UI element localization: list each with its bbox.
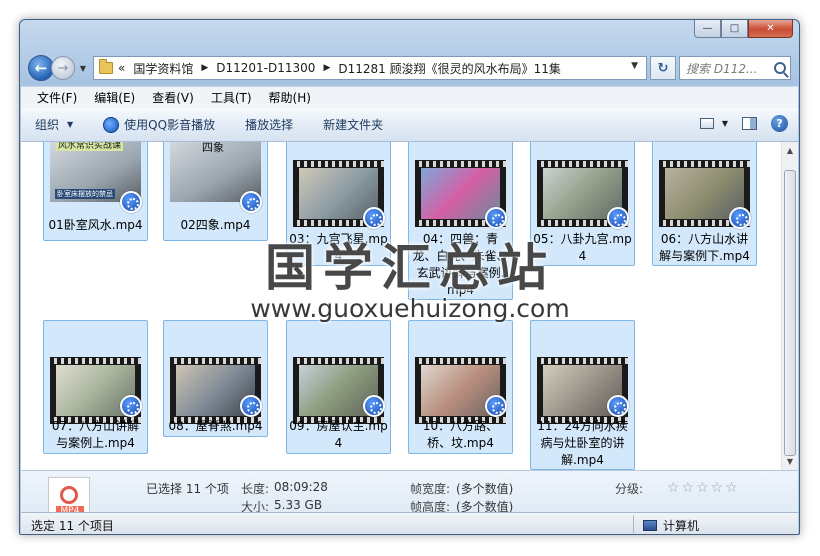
menu-bar: 文件(F) 编辑(E) 查看(V) 工具(T) 帮助(H)	[21, 86, 798, 108]
help-icon[interactable]: ?	[771, 115, 788, 132]
status-location: 计算机	[643, 517, 699, 534]
qq-video-badge-icon	[363, 207, 385, 229]
file-name: 11：24方向水疾病与灶卧室的讲解.mp4	[537, 419, 628, 467]
chevron-down-icon: ▼	[67, 120, 74, 129]
rating-stars[interactable]: ☆☆☆☆☆	[667, 480, 740, 496]
selection-count: 已选择 11 个项	[146, 482, 229, 496]
breadcrumb-overflow[interactable]: «	[118, 61, 125, 75]
qq-video-badge-icon	[120, 395, 142, 417]
explorer-window: — □ ✕ ← → ▼ « 国学资料馆 ▶ D11201-D11300 ▶ D1…	[19, 19, 800, 535]
file-name: 05：八卦九宫.mp4	[533, 232, 632, 263]
file-tile[interactable]: 10：八方路、桥、坟.mp4	[408, 320, 513, 454]
frame-width-value: (多个数值)	[456, 482, 514, 496]
organize-button[interactable]: 组织 ▼	[35, 116, 73, 133]
scrollbar-thumb[interactable]	[784, 170, 796, 456]
file-name: 09：房屋认主.mp4	[289, 419, 388, 450]
command-bar: 组织 ▼ 使用QQ影音播放 播放选择 新建文件夹 ▼ ?	[21, 108, 798, 142]
status-bar: 选定 11 个项目 计算机	[21, 512, 798, 534]
file-tile[interactable]: 07：八方山讲解与案例上.mp4	[43, 320, 148, 454]
file-name: 03：九宫飞星.mp4	[289, 232, 388, 263]
folder-icon	[99, 59, 113, 74]
qq-video-badge-icon	[240, 395, 262, 417]
address-history-chevron-icon[interactable]: ▼	[631, 61, 638, 71]
file-name: 06：八方山水讲解与案例下.mp4	[659, 232, 750, 263]
search-box[interactable]: 搜索 D112...	[679, 56, 791, 80]
file-tile[interactable]: 11：24方向水疾病与灶卧室的讲解.mp4	[530, 320, 635, 470]
thumbnail-banner: 风水常识实战课	[56, 142, 124, 151]
play-with-qq-button[interactable]: 使用QQ影音播放	[103, 116, 215, 133]
file-tile[interactable]: 09：房屋认主.mp4	[286, 320, 391, 454]
thumbnail-banner: 四象	[202, 142, 224, 154]
preview-pane-icon[interactable]	[742, 117, 757, 130]
menu-help[interactable]: 帮助(H)	[269, 89, 311, 106]
status-selection-text: 选定 11 个项目	[31, 519, 114, 533]
qq-video-badge-icon	[240, 191, 262, 213]
file-name: 04：四兽：青龙、白虎、朱雀、玄武讲解与案例.mp4	[412, 232, 509, 297]
file-tile[interactable]: 04：四兽：青龙、白虎、朱雀、玄武讲解与案例.mp4	[408, 142, 513, 300]
file-tile[interactable]: 风水常识实战课 卧室床摆放的禁忌 01卧室风水.mp4	[43, 142, 148, 241]
forward-button[interactable]: →	[51, 56, 75, 80]
play-selection-button[interactable]: 播放选择	[245, 116, 293, 133]
qq-video-badge-icon	[607, 395, 629, 417]
breadcrumb-item-range[interactable]: D11201-D11300	[216, 61, 315, 75]
qq-video-badge-icon	[729, 207, 751, 229]
menu-view[interactable]: 查看(V)	[152, 89, 194, 106]
length-value: 08:09:28	[274, 480, 328, 494]
qq-video-badge-icon	[120, 191, 142, 213]
breadcrumb-item-current[interactable]: D11281 顾浚翔《很灵的风水布局》11集	[338, 60, 561, 77]
file-list[interactable]: 风水常识实战课 卧室床摆放的禁忌 01卧室风水.mp4 四象 02四象.mp4 …	[21, 142, 781, 470]
file-tile[interactable]: 03：九宫飞星.mp4	[286, 142, 391, 266]
qq-player-icon	[103, 116, 120, 133]
minimize-button[interactable]: —	[694, 20, 721, 38]
file-name: 01卧室风水.mp4	[48, 218, 143, 232]
breadcrumb-separator-icon[interactable]: ▶	[201, 63, 208, 73]
navigation-bar: ← → ▼ « 国学资料馆 ▶ D11201-D11300 ▶ D11281 顾…	[28, 54, 791, 82]
new-folder-button[interactable]: 新建文件夹	[323, 116, 383, 133]
qq-video-badge-icon	[485, 207, 507, 229]
file-tile[interactable]: 08：屋脊煞.mp4	[163, 320, 268, 437]
file-tile[interactable]: 05：八卦九宫.mp4	[530, 142, 635, 266]
search-icon[interactable]	[774, 62, 786, 74]
chevron-down-icon: ▼	[721, 119, 728, 128]
maximize-button[interactable]: □	[721, 20, 748, 38]
qq-video-badge-icon	[363, 395, 385, 417]
breadcrumb-separator-icon[interactable]: ▶	[323, 63, 330, 73]
file-tile[interactable]: 四象 02四象.mp4	[163, 142, 268, 241]
status-divider	[633, 515, 634, 533]
caption-buttons: — □ ✕	[694, 20, 793, 38]
qq-video-badge-icon	[607, 207, 629, 229]
frame-width-label: 帧宽度:	[410, 482, 451, 496]
views-icon	[699, 118, 714, 129]
refresh-button[interactable]: ↻	[650, 56, 676, 80]
file-tile[interactable]: 06：八方山水讲解与案例下.mp4	[652, 142, 757, 266]
thumbnail-caption: 卧室床摆放的禁忌	[55, 189, 115, 199]
file-name: 08：屋脊煞.mp4	[168, 419, 263, 433]
scroll-up-icon[interactable]: ▲	[782, 142, 798, 159]
length-label: 长度:	[241, 482, 270, 496]
rating-label: 分级:	[615, 482, 644, 496]
menu-tools[interactable]: 工具(T)	[211, 89, 252, 106]
change-view-button[interactable]: ▼	[699, 118, 728, 129]
play-selection-label: 播放选择	[245, 118, 294, 132]
close-button[interactable]: ✕	[748, 20, 793, 38]
computer-icon	[643, 520, 657, 531]
scroll-down-icon[interactable]: ▼	[782, 453, 798, 470]
new-folder-label: 新建文件夹	[323, 118, 384, 132]
play-with-qq-label: 使用QQ影音播放	[124, 118, 216, 132]
search-input[interactable]: 搜索 D112...	[686, 60, 757, 77]
recent-pages-dropdown[interactable]: ▼	[77, 64, 89, 73]
address-bar[interactable]: « 国学资料馆 ▶ D11201-D11300 ▶ D11281 顾浚翔《很灵的…	[93, 56, 647, 80]
menu-edit[interactable]: 编辑(E)	[94, 89, 135, 106]
status-location-label: 计算机	[663, 519, 700, 533]
qq-video-badge-icon	[485, 395, 507, 417]
menu-file[interactable]: 文件(F)	[37, 89, 77, 106]
organize-label: 组织	[35, 118, 60, 132]
size-value: 5.33 GB	[274, 498, 323, 512]
file-name: 10：八方路、桥、坟.mp4	[422, 419, 499, 450]
vertical-scrollbar[interactable]: ▲ ▼	[781, 142, 798, 470]
file-name: 07：八方山讲解与案例上.mp4	[51, 419, 140, 450]
breadcrumb-item-library[interactable]: 国学资料馆	[133, 60, 193, 77]
file-name: 02四象.mp4	[180, 218, 251, 232]
toolbar-right-group: ▼ ?	[699, 115, 788, 132]
